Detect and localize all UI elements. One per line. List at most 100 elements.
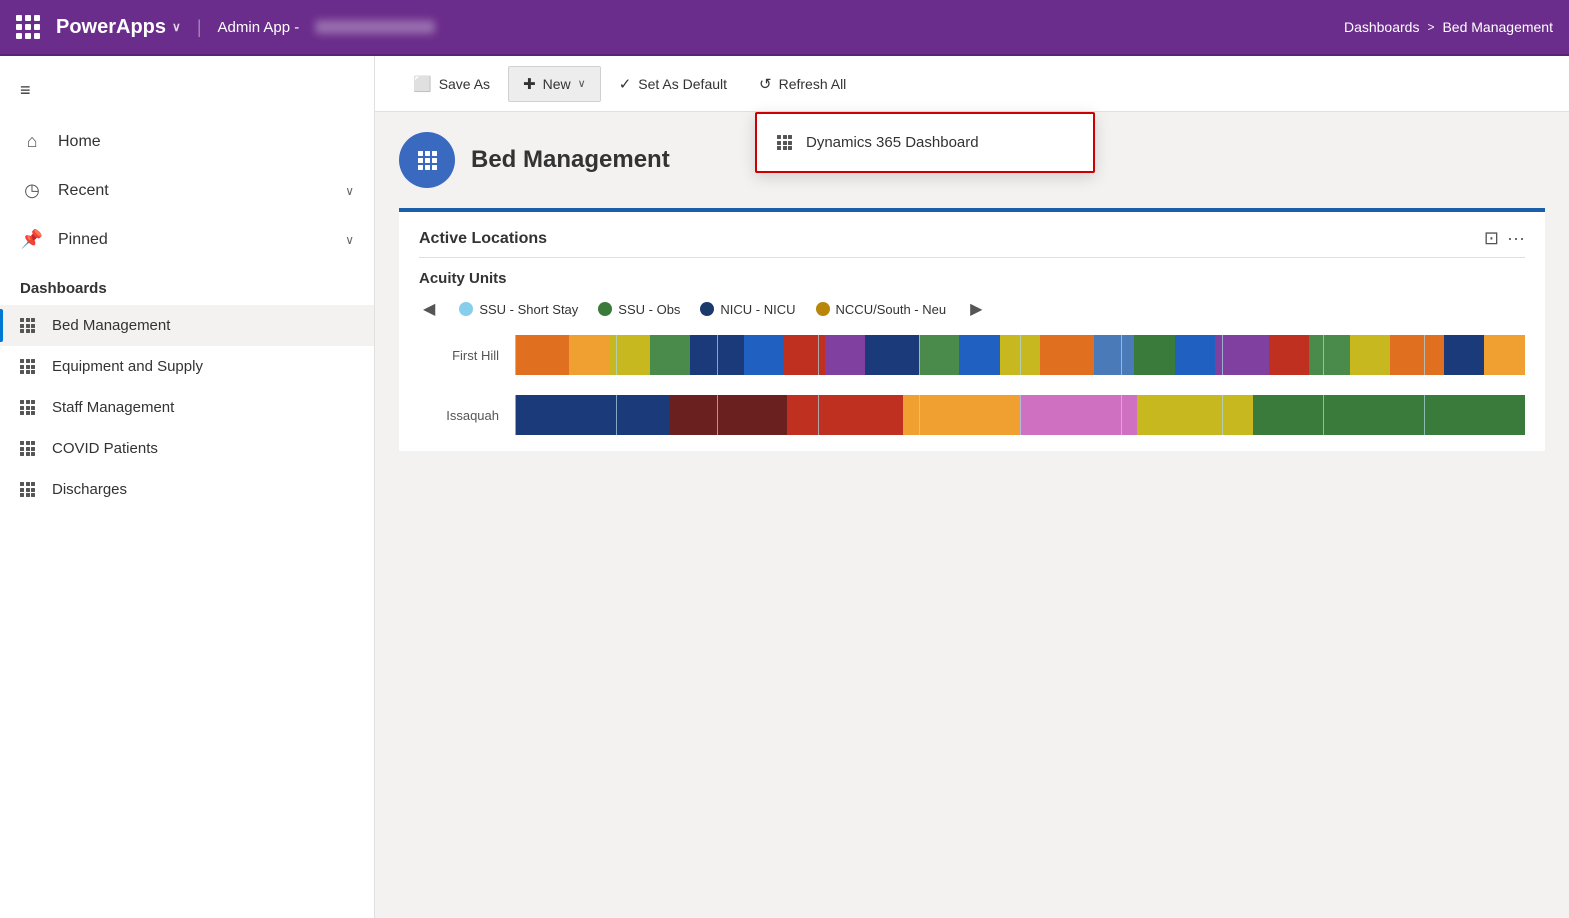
chart-divider	[419, 257, 1525, 258]
bar-segment-0-13	[1094, 335, 1134, 375]
active-locations-widget: Active Locations ⊡ ··· Acuity Units ◀ SS…	[399, 208, 1545, 451]
legend-dot-nccu	[816, 302, 830, 316]
content-area: ⬜ Save As ✚ New ∨ ✓ Set As Default ↺ Ref…	[375, 56, 1569, 918]
dynamics-365-dashboard-item[interactable]: Dynamics 365 Dashboard	[757, 118, 1093, 167]
bar-container-1	[515, 395, 1525, 435]
app-name: Admin App -	[218, 19, 300, 36]
bar-segment-1-4	[1020, 395, 1137, 435]
bar-label-1: Issaquah	[419, 408, 499, 423]
bar-label-0: First Hill	[419, 348, 499, 363]
sidebar-item-home[interactable]: ⌂ Home	[0, 117, 374, 166]
sidebar-item-bed-management[interactable]: Bed Management	[0, 305, 374, 346]
legend-item-nicu: NICU - NICU	[700, 302, 795, 317]
save-as-button[interactable]: ⬜ Save As	[399, 67, 504, 101]
bar-segment-0-16	[1215, 335, 1269, 375]
bar-segment-0-5	[744, 335, 784, 375]
bar-segment-0-7	[825, 335, 865, 375]
sidebar-item-covid-patients[interactable]: COVID Patients	[0, 428, 374, 469]
legend-dot-nicu	[700, 302, 714, 316]
bar-segment-0-9	[919, 335, 959, 375]
staff-management-icon	[20, 400, 40, 415]
equipment-supply-label: Equipment and Supply	[52, 358, 203, 375]
sidebar-item-recent[interactable]: ◷ Recent ∨	[0, 166, 374, 215]
bar-row-issaquah: Issaquah	[419, 395, 1525, 435]
sidebar-item-equipment-supply[interactable]: Equipment and Supply	[0, 346, 374, 387]
covid-patients-icon	[20, 441, 40, 456]
bar-segment-1-6	[1253, 395, 1408, 435]
set-default-label: Set As Default	[638, 76, 727, 92]
new-label: New	[543, 76, 571, 92]
brand-name: PowerApps	[56, 16, 166, 39]
bar-container-0	[515, 335, 1525, 375]
bar-segment-1-3	[903, 395, 1020, 435]
breadcrumb-dashboards[interactable]: Dashboards	[1344, 19, 1420, 35]
bar-track-0	[515, 335, 1525, 375]
sidebar-home-label: Home	[58, 133, 354, 151]
save-as-label: Save As	[439, 76, 490, 92]
refresh-icon: ↺	[759, 75, 772, 93]
bed-management-label: Bed Management	[52, 317, 170, 334]
bed-management-icon	[20, 318, 40, 333]
sidebar-item-pinned[interactable]: 📌 Pinned ∨	[0, 215, 374, 264]
widget-actions: ⊡ ···	[1484, 228, 1525, 249]
main-content: Bed Management Active Locations ⊡ ··· Ac…	[375, 112, 1569, 918]
avatar-grid-icon	[418, 151, 437, 170]
bar-segment-0-19	[1350, 335, 1390, 375]
brand-chevron: ∨	[172, 20, 181, 34]
breadcrumb-chevron: >	[1427, 20, 1434, 34]
sidebar: ≡ ⌂ Home ◷ Recent ∨ 📌 Pinned ∨ Dashboard…	[0, 56, 375, 918]
bar-segment-1-7	[1408, 395, 1525, 435]
bar-segment-0-12	[1040, 335, 1094, 375]
bar-segment-0-2	[609, 335, 649, 375]
brand-logo[interactable]: PowerApps ∨	[56, 16, 181, 39]
new-button[interactable]: ✚ New ∨	[508, 66, 601, 102]
bar-segment-1-1	[670, 395, 787, 435]
legend-item-ssu-short-stay: SSU - Short Stay	[459, 302, 578, 317]
refresh-label: Refresh All	[779, 76, 847, 92]
bar-segment-0-1	[569, 335, 609, 375]
sidebar-item-discharges[interactable]: Discharges	[0, 469, 374, 510]
app-grid-icon[interactable]	[16, 15, 40, 39]
recent-chevron: ∨	[345, 184, 354, 198]
legend-label-nicu: NICU - NICU	[720, 302, 795, 317]
new-icon: ✚	[523, 75, 536, 93]
new-dropdown-menu: Dynamics 365 Dashboard	[755, 112, 1095, 173]
bar-segment-0-11	[1000, 335, 1040, 375]
staff-management-label: Staff Management	[52, 399, 174, 416]
hamburger-menu[interactable]: ≡	[0, 68, 374, 117]
bar-chart: First Hill Issaquah	[419, 335, 1525, 435]
sidebar-recent-label: Recent	[58, 182, 331, 200]
dashboards-section-title: Dashboards	[0, 264, 374, 305]
bar-segment-1-5	[1137, 395, 1254, 435]
widget-title: Active Locations	[419, 230, 547, 248]
covid-patients-label: COVID Patients	[52, 440, 158, 457]
pin-icon: 📌	[20, 229, 44, 250]
sidebar-item-staff-management[interactable]: Staff Management	[0, 387, 374, 428]
bar-segment-0-15	[1175, 335, 1215, 375]
bar-segment-0-6	[784, 335, 824, 375]
more-options-icon[interactable]: ···	[1507, 228, 1525, 249]
top-navigation: PowerApps ∨ | Admin App - Dashboards > B…	[0, 0, 1569, 56]
bar-segment-0-22	[1484, 335, 1524, 375]
chart-subtitle: Acuity Units	[419, 270, 1525, 287]
legend-prev[interactable]: ◀	[419, 299, 439, 319]
bar-segment-0-4	[690, 335, 744, 375]
refresh-all-button[interactable]: ↺ Refresh All	[745, 67, 860, 101]
nav-separator: |	[197, 17, 202, 38]
legend-next[interactable]: ▶	[966, 299, 986, 319]
new-chevron: ∨	[578, 77, 586, 90]
bar-segment-0-21	[1444, 335, 1484, 375]
sidebar-pinned-label: Pinned	[58, 231, 331, 249]
page-avatar	[399, 132, 455, 188]
legend-label-nccu: NCCU/South - Neu	[836, 302, 947, 317]
set-default-button[interactable]: ✓ Set As Default	[605, 67, 741, 101]
pinned-chevron: ∨	[345, 233, 354, 247]
bar-track-1	[515, 395, 1525, 435]
legend-dot-ssu-obs	[598, 302, 612, 316]
expand-icon[interactable]: ⊡	[1484, 228, 1499, 249]
clock-icon: ◷	[20, 180, 44, 201]
equipment-supply-icon	[20, 359, 40, 374]
bar-segment-0-8	[865, 335, 919, 375]
legend-item-ssu-obs: SSU - Obs	[598, 302, 680, 317]
breadcrumb-current: Bed Management	[1442, 19, 1553, 35]
